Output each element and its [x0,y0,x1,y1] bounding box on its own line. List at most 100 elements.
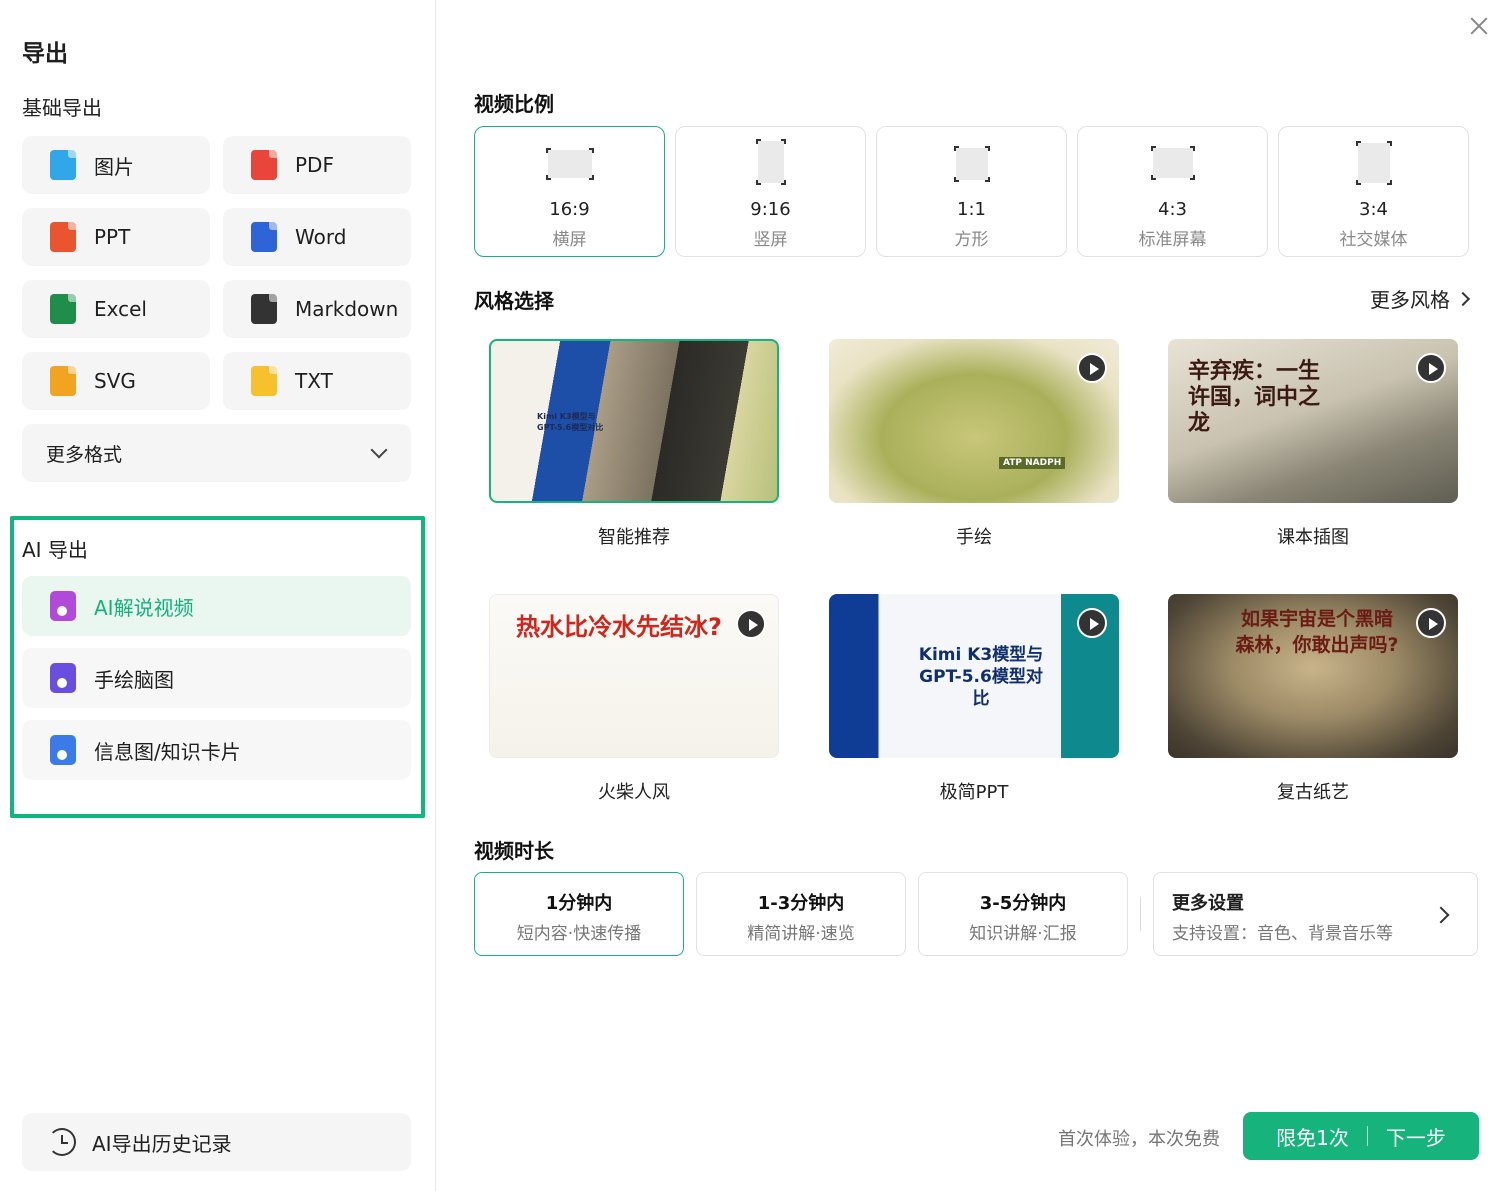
play-icon [1416,608,1446,638]
play-icon [1077,353,1107,383]
divider [1140,897,1141,931]
export-svg-button[interactable]: SVG [22,352,210,410]
export-ppt-button[interactable]: PPT [22,208,210,266]
ai-video-button[interactable]: AI解说视频 [22,576,411,636]
export-txt-button[interactable]: TXT [223,352,411,410]
style-thumbnail: Kimi K3模型与 GPT-5.6模型对比 [489,339,779,503]
video-ratio-title: 视频比例 [474,92,554,116]
ratio-option-3-4[interactable]: 3:4 社交媒体 [1278,126,1469,257]
export-txt-label: TXT [295,369,333,393]
ratio-option-4-3[interactable]: 4:3 标准屏幕 [1077,126,1268,257]
export-sidebar: 导出 基础导出 图片 PDF PPT Word Excel Markdown S… [0,0,436,1191]
play-icon [1077,608,1107,638]
style-thumbnail: Kimi K3模型与 GPT-5.6模型对比 [829,594,1119,758]
style-title: 风格选择 [474,289,554,313]
chevron-down-icon [370,441,388,459]
more-formats-label: 更多格式 [46,443,123,466]
export-pdf-label: PDF [295,153,334,177]
close-icon[interactable] [1468,15,1490,37]
export-svg-label: SVG [94,369,136,393]
export-markdown-label: Markdown [295,297,399,321]
style-card-smart[interactable]: Kimi K3模型与 GPT-5.6模型对比 智能推荐 [489,339,779,548]
ai-infographic-label: 信息图/知识卡片 [94,739,241,764]
ratio-option-9-16[interactable]: 9:16 竖屏 [675,126,866,257]
next-step-label: 下一步 [1385,1125,1446,1150]
style-card-retro-paper[interactable]: 如果宇宙是个黑暗森林，你敢出声吗? 复古纸艺 [1168,594,1458,803]
style-thumbnail: 辛弃疾：一生许国，词中之龙 [1168,339,1458,503]
ratio-label: 横屏 [552,230,587,250]
style-thumbnail: 如果宇宙是个黑暗森林，你敢出声吗? [1168,594,1458,758]
square-frame-icon [953,146,990,182]
thumb-text: 热水比冷水先结冰? [516,613,722,641]
more-styles-link[interactable]: 更多风格 [1370,284,1471,313]
export-markdown-button[interactable]: Markdown [223,280,411,338]
more-styles-label: 更多风格 [1370,288,1450,312]
ai-export-history-button[interactable]: AI导出历史记录 [22,1113,411,1171]
style-card-minimal-ppt[interactable]: Kimi K3模型与 GPT-5.6模型对比 极简PPT [829,594,1119,803]
markdown-icon [251,294,277,324]
duration-option-1-3min[interactable]: 1-3分钟内 精简讲解·速览 [696,872,906,956]
export-ppt-label: PPT [94,225,131,249]
export-word-label: Word [295,225,347,249]
chevron-right-icon [1432,906,1450,924]
more-settings-button[interactable]: 更多设置 支持设置：音色、背景音乐等 [1153,872,1478,956]
ratio-option-1-1[interactable]: 1:1 方形 [876,126,1067,257]
style-label: 复古纸艺 [1277,782,1349,803]
button-separator [1366,1126,1368,1146]
pdf-icon [251,150,277,180]
image-icon [50,150,76,180]
infographic-icon [50,735,76,765]
ppt-icon [50,222,76,252]
thumb-text: 如果宇宙是个黑暗森林，你敢出声吗? [1235,608,1399,656]
ai-infographic-button[interactable]: 信息图/知识卡片 [22,720,411,780]
duration-option-3-5min[interactable]: 3-5分钟内 知识讲解·汇报 [918,872,1128,956]
sidebar-title: 导出 [22,41,68,67]
duration-subtitle: 精简讲解·速览 [747,924,855,944]
ratio-value: 1:1 [957,199,986,220]
play-icon [1416,353,1446,383]
ai-mindmap-button[interactable]: 手绘脑图 [22,648,411,708]
excel-icon [50,294,76,324]
more-formats-dropdown[interactable]: 更多格式 [22,424,411,482]
export-pdf-button[interactable]: PDF [223,136,411,194]
export-excel-button[interactable]: Excel [22,280,210,338]
style-thumbnail: 热水比冷水先结冰? [489,594,779,758]
ratio-value: 16:9 [549,199,590,220]
video-icon [50,591,76,621]
landscape-frame-icon [545,148,594,180]
export-image-button[interactable]: 图片 [22,136,210,194]
history-label: AI导出历史记录 [92,1131,232,1156]
word-icon [251,222,277,252]
ratio-option-16-9[interactable]: 16:9 横屏 [474,126,665,257]
next-step-button[interactable]: 限免1次 下一步 [1243,1112,1479,1160]
standard-frame-icon [1150,146,1195,180]
thumb-text: Kimi K3模型与 GPT-5.6模型对比 [537,412,604,432]
video-duration-title: 视频时长 [474,839,554,863]
ratio-label: 竖屏 [753,230,788,250]
style-card-handdrawn[interactable]: ATP NADPH 手绘 [829,339,1119,548]
thumb-text: ATP NADPH [999,457,1066,469]
duration-option-1min[interactable]: 1分钟内 短内容·快速传播 [474,872,684,956]
duration-subtitle: 知识讲解·汇报 [969,924,1077,944]
more-settings-title: 更多设置 [1172,893,1244,914]
style-label: 智能推荐 [598,527,670,548]
more-settings-subtitle: 支持设置：音色、背景音乐等 [1172,924,1393,944]
chevron-right-icon [1455,291,1471,306]
free-limit-label: 限免1次 [1276,1125,1349,1150]
mindmap-icon [50,663,76,693]
ratio-label: 方形 [954,230,989,250]
ratio-label: 标准屏幕 [1138,230,1207,250]
ratio-value: 9:16 [750,199,791,220]
ai-export-section: AI 导出 AI解说视频 手绘脑图 信息图/知识卡片 [10,516,425,818]
ratio-value: 3:4 [1359,199,1388,220]
play-icon [736,609,766,639]
style-label: 火柴人风 [598,782,670,803]
style-card-textbook[interactable]: 辛弃疾：一生许国，词中之龙 课本插图 [1168,339,1458,548]
thumb-text: Kimi K3模型与 GPT-5.6模型对比 [918,645,1044,709]
social-frame-icon [1355,141,1392,185]
ratio-value: 4:3 [1158,199,1187,220]
duration-title: 3-5分钟内 [979,893,1067,914]
ai-video-label: AI解说视频 [94,595,194,620]
export-word-button[interactable]: Word [223,208,411,266]
style-card-stickman[interactable]: 热水比冷水先结冰? 火柴人风 [489,594,779,803]
